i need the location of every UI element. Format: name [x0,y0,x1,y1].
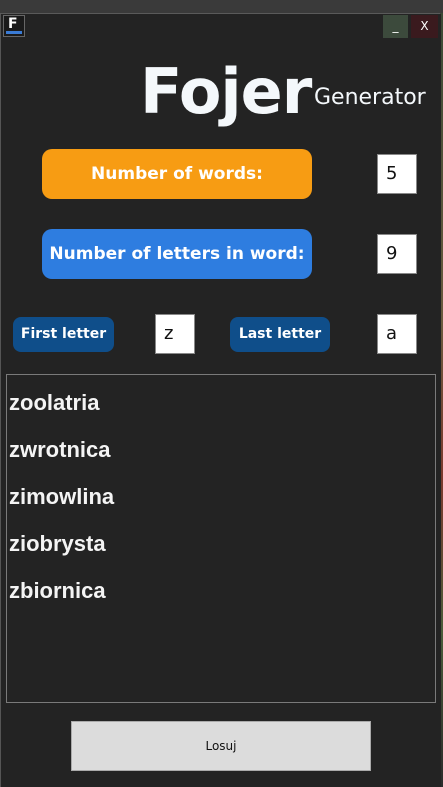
list-item: zwrotnica [9,437,111,462]
app-icon: F [3,15,25,37]
results-list[interactable]: zoolatria zwrotnica zimowlina ziobrysta … [6,374,436,703]
generate-button[interactable]: Losuj [71,721,371,771]
letters-count-label: Number of letters in word: [42,229,312,279]
list-item: zbiornica [9,578,106,603]
last-letter-button[interactable]: Last letter [230,317,330,352]
app-title: Fojer [140,55,312,128]
minimize-button[interactable]: _ [383,15,408,38]
letters-count-input[interactable]: 9 [377,234,417,274]
words-count-input[interactable]: 5 [377,154,417,194]
first-letter-input[interactable]: z [155,314,195,354]
list-item: zoolatria [9,390,100,415]
title-strip [0,0,443,14]
last-letter-input[interactable]: a [377,314,417,354]
first-letter-button[interactable]: First letter [13,317,114,352]
list-item: zimowlina [9,484,115,509]
list-item: ziobrysta [9,531,106,556]
words-count-label: Number of words: [42,149,312,199]
close-button[interactable]: X [411,15,438,38]
app-icon-letter: F [8,16,18,32]
app-subtitle: Generator [314,85,426,110]
